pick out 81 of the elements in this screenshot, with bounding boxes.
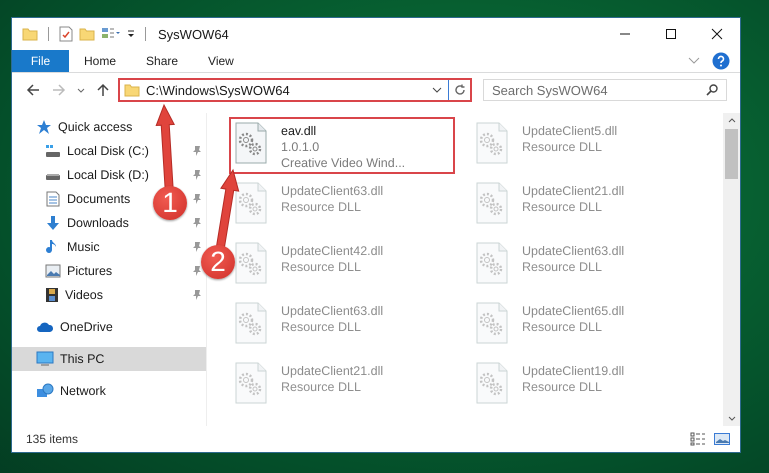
file-detail: Resource DLL (281, 200, 362, 214)
file-name: UpdateClient19.dll (522, 364, 624, 378)
properties-icon (59, 26, 73, 42)
dll-file-icon (235, 122, 267, 164)
dropdown-icon[interactable] (432, 86, 442, 94)
file-detail: Resource DLL (522, 200, 603, 214)
file-name: UpdateClient21.dll (281, 364, 384, 378)
refresh-icon (454, 84, 466, 96)
large-icons-view-icon[interactable] (714, 432, 730, 446)
dll-file-icon (235, 182, 267, 224)
file-name: UpdateClient5.dll (522, 124, 618, 138)
ribbon-tab[interactable]: Home (69, 50, 132, 72)
file-name: UpdateClient63.dll (281, 304, 384, 318)
folder-icon (79, 27, 95, 41)
close-icon (711, 28, 723, 40)
nav-item[interactable]: Pictures (12, 259, 116, 283)
nav-item[interactable]: Local Disk (C:) (12, 139, 153, 163)
back-arrow-icon (26, 83, 40, 97)
details-view-icon[interactable] (690, 432, 706, 446)
dll-file-icon (235, 362, 267, 404)
file-item[interactable]: eav.dll 1.0.1.0 Creative Video Wind... (229, 117, 455, 174)
drive-icon (45, 144, 61, 158)
scrollbar[interactable] (723, 113, 740, 426)
nav-item[interactable]: Videos (12, 283, 107, 307)
nav-item[interactable]: Downloads (12, 211, 133, 235)
nav-item[interactable]: This PC (12, 347, 206, 371)
file-detail: Resource DLL (281, 380, 362, 394)
picture-icon (45, 264, 61, 278)
expand-ribbon-icon[interactable] (688, 57, 700, 65)
ribbon-tab[interactable]: Share (131, 50, 194, 72)
document-icon (45, 191, 61, 207)
file-name: UpdateClient63.dll (522, 244, 624, 258)
folder-icon (22, 27, 38, 41)
item-count: 135 items (26, 432, 78, 446)
file-detail: 1.0.1.0 (281, 140, 320, 154)
dropdown-icon (127, 28, 135, 40)
search-field[interactable]: Search SysWOW64 (483, 79, 727, 101)
dll-file-icon (235, 302, 267, 344)
dll-file-icon (476, 182, 508, 224)
help-icon[interactable] (712, 52, 730, 70)
download-arrow-icon (45, 215, 61, 231)
dll-file-icon (476, 122, 508, 164)
search-icon (706, 84, 718, 96)
star-icon (36, 119, 52, 135)
up-arrow-icon (96, 83, 110, 97)
file-detail: Resource DLL (522, 140, 603, 154)
forward-arrow-icon (52, 83, 66, 97)
nav-item[interactable]: Network (12, 379, 110, 403)
dll-file-icon (235, 242, 267, 284)
cloud-icon (36, 321, 54, 333)
file-name: UpdateClient21.dll (522, 184, 624, 198)
nav-item[interactable]: Music (12, 235, 104, 259)
file-name: UpdateClient63.dll (281, 184, 384, 198)
folder-path: C:\Windows\SysWOW64 (145, 82, 291, 98)
file-detail: Resource DLL (281, 320, 362, 334)
ribbon-tab[interactable]: View (193, 50, 249, 72)
file-name: eav.dll (281, 124, 318, 138)
scroll-thumb[interactable] (725, 129, 738, 179)
nav-item[interactable]: OneDrive (12, 315, 117, 339)
film-icon (45, 287, 59, 303)
file-detail: Resource DLL (522, 380, 603, 394)
file-detail: Resource DLL (522, 320, 603, 334)
address-bar[interactable]: C:\Windows\SysWOW64 (118, 78, 472, 102)
file-detail: Creative Video Wind... (281, 156, 406, 170)
nav-item[interactable]: Documents (12, 187, 134, 211)
network-icon (36, 383, 54, 399)
dll-file-icon (476, 362, 508, 404)
window-title: SysWOW64 (158, 26, 229, 42)
dll-file-icon (476, 242, 508, 284)
folder-icon (124, 83, 140, 97)
nav-item[interactable]: Local Disk (D:) (12, 163, 153, 187)
file-detail: Resource DLL (522, 260, 603, 274)
customize-icon (101, 27, 121, 41)
monitor-icon (36, 351, 54, 367)
file-detail: Resource DLL (281, 260, 362, 274)
file-name: UpdateClient65.dll (522, 304, 624, 318)
maximize-icon (665, 28, 677, 40)
nav-item[interactable]: Quick access (12, 115, 136, 139)
file-menu-tab[interactable]: File (12, 50, 69, 72)
dll-file-icon (476, 302, 508, 344)
file-name: UpdateClient42.dll (281, 244, 384, 258)
